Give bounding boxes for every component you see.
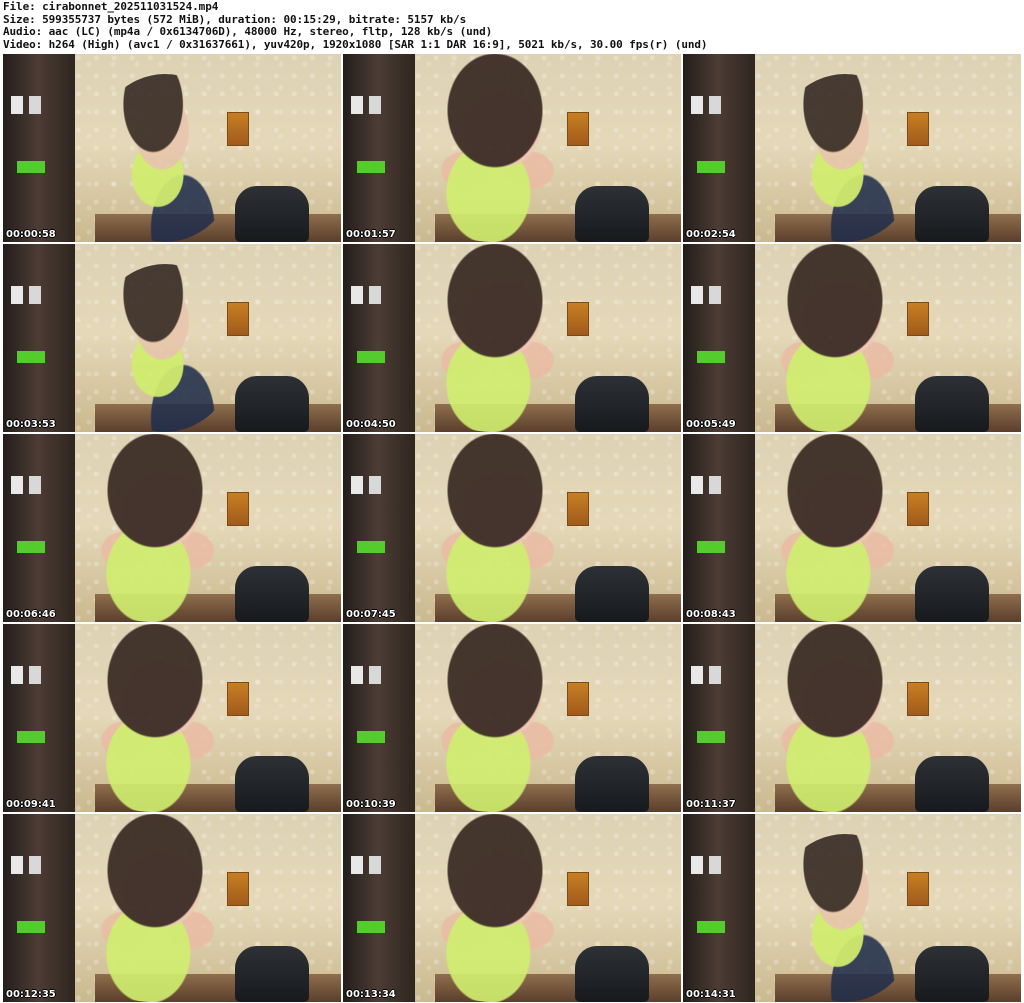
thumbnail-4: 00:03:53 [3,244,341,432]
audio-stream-line: Audio: aac (LC) (mp4a / 0x6134706D), 480… [3,25,493,39]
shelf-image [683,814,755,1002]
thumbnail-timestamp: 00:08:43 [686,609,736,620]
thumbnail-timestamp: 00:07:45 [346,609,396,620]
chair-image [915,946,989,1002]
thumbnail-2: 00:01:57 [343,54,681,242]
person-image [725,244,945,432]
person-image [385,624,605,812]
person-image [385,814,605,1002]
shelf-image [683,54,755,242]
person-image [45,434,265,622]
thumbnail-timestamp: 00:09:41 [6,799,56,810]
person-image [385,244,605,432]
thumbnail-timestamp: 00:02:54 [686,229,736,240]
thumbnail-timestamp: 00:05:49 [686,419,736,430]
thumbnail-timestamp: 00:06:46 [6,609,56,620]
thumbnail-15: 00:14:31 [683,814,1021,1002]
thumbnail-3: 00:02:54 [683,54,1021,242]
thumbnail-timestamp: 00:00:58 [6,229,56,240]
person-image [771,834,919,1002]
thumbnail-13: 00:12:35 [3,814,341,1002]
thumbnail-grid: 00:00:58 00:01:57 00:02:54 00:03:53 00:0… [0,52,1024,1003]
shelf-image [3,54,75,242]
chair-image [915,186,989,242]
person-image [45,814,265,1002]
metadata-header: File: cirabonnet_202511031524.mp4 Size: … [3,0,1021,51]
file-name-line: File: cirabonnet_202511031524.mp4 [3,0,219,13]
person-image [91,264,239,432]
thumbnail-timestamp: 00:04:50 [346,419,396,430]
person-image [45,624,265,812]
person-image [91,74,239,242]
person-image [385,54,605,242]
thumbnail-timestamp: 00:03:53 [6,419,56,430]
thumbnail-14: 00:13:34 [343,814,681,1002]
thumbnail-timestamp: 00:13:34 [346,989,396,1000]
person-image [725,434,945,622]
thumbnail-9: 00:08:43 [683,434,1021,622]
thumbnail-12: 00:11:37 [683,624,1021,812]
thumbnail-timestamp: 00:14:31 [686,989,736,1000]
thumbnail-7: 00:06:46 [3,434,341,622]
chair-image [235,376,309,432]
shelf-image [3,244,75,432]
person-image [385,434,605,622]
person-image [771,74,919,242]
person-image [725,624,945,812]
thumbnail-11: 00:10:39 [343,624,681,812]
video-stream-line: Video: h264 (High) (avc1 / 0x31637661), … [3,37,708,51]
thumbnail-timestamp: 00:12:35 [6,989,56,1000]
thumbnail-timestamp: 00:11:37 [686,799,736,810]
chair-image [235,186,309,242]
thumbnail-6: 00:05:49 [683,244,1021,432]
thumbnail-timestamp: 00:01:57 [346,229,396,240]
thumbnail-8: 00:07:45 [343,434,681,622]
thumbnail-5: 00:04:50 [343,244,681,432]
thumbnail-10: 00:09:41 [3,624,341,812]
thumbnail-timestamp: 00:10:39 [346,799,396,810]
thumbnail-1: 00:00:58 [3,54,341,242]
